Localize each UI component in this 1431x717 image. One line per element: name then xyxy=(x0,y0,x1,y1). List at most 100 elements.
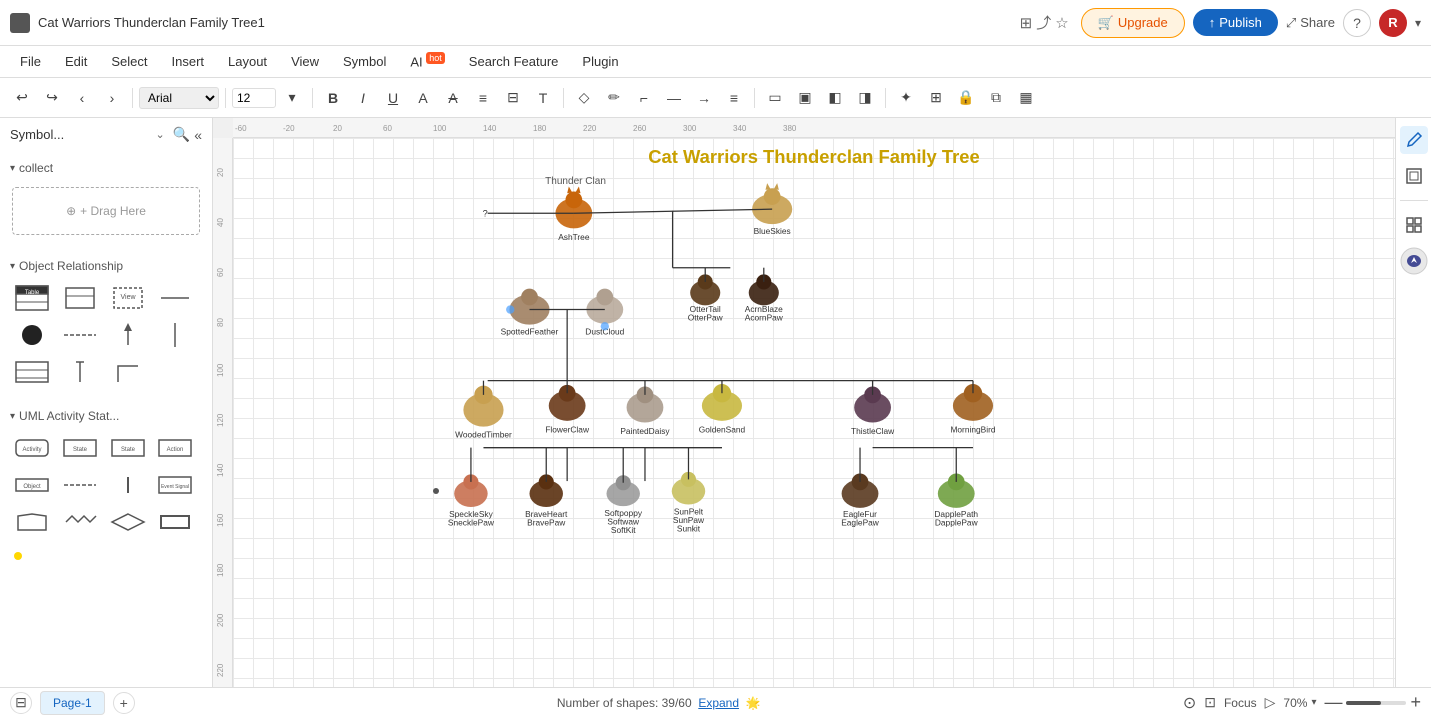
uml-diamond[interactable] xyxy=(108,505,148,539)
pen-button[interactable]: ✏ xyxy=(600,84,628,112)
shape-view[interactable]: View xyxy=(108,281,148,315)
magic-button[interactable]: ✦ xyxy=(892,84,920,112)
italic-button[interactable]: I xyxy=(349,84,377,112)
connector-button[interactable]: ⌐ xyxy=(630,84,658,112)
menu-symbol[interactable]: Symbol xyxy=(333,50,396,73)
shape-l-connector[interactable] xyxy=(108,355,148,389)
menu-ai[interactable]: AI hot xyxy=(400,49,454,73)
shape-line-v[interactable] xyxy=(60,355,100,389)
uml-dash-line[interactable] xyxy=(60,468,100,502)
help-button[interactable]: ? xyxy=(1343,9,1371,37)
drag-here-area[interactable]: ⊕ + Drag Here xyxy=(12,187,200,235)
shape-table2[interactable] xyxy=(12,355,52,389)
back-button[interactable]: ‹ xyxy=(68,84,96,112)
underline-button[interactable]: U xyxy=(379,84,407,112)
forward-button[interactable]: › xyxy=(98,84,126,112)
right-icon-logo[interactable] xyxy=(1400,247,1428,275)
arrow-style-button[interactable]: → xyxy=(690,84,718,112)
redo-button[interactable]: ↪ xyxy=(38,84,66,112)
menu-search-feature[interactable]: Search Feature xyxy=(459,50,569,73)
collect-header[interactable]: ▾ collect xyxy=(8,157,204,179)
publish-button[interactable]: ↑ Publish xyxy=(1193,9,1278,36)
align-left-button[interactable]: ◧ xyxy=(821,84,849,112)
export-icon[interactable]: ⤴ xyxy=(1036,12,1051,33)
uml-state2-shape[interactable]: State xyxy=(108,431,148,465)
entity-button[interactable]: ▭ xyxy=(761,84,789,112)
right-icon-pen[interactable] xyxy=(1400,126,1428,154)
menu-layout[interactable]: Layout xyxy=(218,50,277,73)
panel-collapse-button[interactable]: « xyxy=(194,126,202,143)
group-button[interactable]: ⧉ xyxy=(982,84,1010,112)
shape-table[interactable]: Table xyxy=(12,281,52,315)
lock-button[interactable]: 🔒 xyxy=(952,84,980,112)
zoom-slider[interactable] xyxy=(1346,701,1406,705)
panel-header[interactable]: Symbol... ⌄ 🔍 « xyxy=(0,118,212,151)
shape-button[interactable]: ◇ xyxy=(570,84,598,112)
font-color-button[interactable]: A xyxy=(409,84,437,112)
object-relationship-header[interactable]: ▾ Object Relationship xyxy=(8,255,204,277)
add-page-button[interactable]: + xyxy=(113,692,135,714)
tb-dropdown-arrow[interactable]: ▾ xyxy=(278,84,306,112)
zoom-dropdown-arrow[interactable]: ▾ xyxy=(1311,697,1316,708)
canvas[interactable]: Cat Warriors Thunderclan Family Tree Thu… xyxy=(233,138,1395,707)
panel-dropdown-icon[interactable]: ⌄ xyxy=(156,128,165,141)
line-style-button[interactable]: — xyxy=(660,84,688,112)
crop-icon-bottom[interactable]: ⊡ xyxy=(1204,694,1216,711)
share-button[interactable]: ⤢ Share xyxy=(1286,15,1335,31)
shape-filled-circle[interactable] xyxy=(12,318,52,352)
shape-long-line-v[interactable] xyxy=(155,318,195,352)
play-button[interactable]: ▷ xyxy=(1265,694,1276,711)
speckle-sky-node[interactable]: SpeckleSky SnecklePaw xyxy=(448,474,495,527)
right-icon-layers[interactable] xyxy=(1400,162,1428,190)
focus-button[interactable]: Focus xyxy=(1224,696,1257,710)
star-icon[interactable]: ☆ xyxy=(1055,14,1068,32)
align-right-button[interactable]: ◨ xyxy=(851,84,879,112)
uml-rect-bordered[interactable] xyxy=(155,505,195,539)
upgrade-button[interactable]: 🛒 Upgrade xyxy=(1081,8,1185,38)
uml-activity-header[interactable]: ▾ UML Activity Stat... xyxy=(8,405,204,427)
layout2-button[interactable]: ▦ xyxy=(1012,84,1040,112)
account-dropdown-arrow[interactable]: ▾ xyxy=(1415,16,1421,30)
page-layout-toggle[interactable]: ⊟ xyxy=(10,692,32,714)
uml-swimlane[interactable] xyxy=(12,505,52,539)
shape-entity[interactable] xyxy=(60,281,100,315)
uml-action-shape[interactable]: Action xyxy=(155,431,195,465)
text-format-button[interactable]: T xyxy=(529,84,557,112)
shape-arrow-up[interactable] xyxy=(108,318,148,352)
menu-edit[interactable]: Edit xyxy=(55,50,97,73)
expand-button[interactable]: Expand xyxy=(698,696,739,710)
panel-search-button[interactable]: 🔍 xyxy=(173,126,190,143)
ash-tree-node[interactable]: AshTree xyxy=(555,187,592,243)
avatar[interactable]: R xyxy=(1379,9,1407,37)
menu-file[interactable]: File xyxy=(10,50,51,73)
font-strike-button[interactable]: A xyxy=(439,84,467,112)
shape-dash-line[interactable] xyxy=(60,318,100,352)
menu-plugin[interactable]: Plugin xyxy=(572,50,628,73)
page-tab[interactable]: Page-1 xyxy=(40,691,105,715)
shape-line-h[interactable] xyxy=(155,281,195,315)
grid-icon[interactable]: ⊞ xyxy=(1020,14,1033,32)
table-button[interactable]: ⊞ xyxy=(922,84,950,112)
line-weight-button[interactable]: ≡ xyxy=(720,84,748,112)
zoom-out-button[interactable]: — xyxy=(1324,692,1342,713)
font-selector[interactable]: Arial xyxy=(139,87,219,109)
uml-object-shape[interactable]: Object xyxy=(12,468,52,502)
undo-button[interactable]: ↩ xyxy=(8,84,36,112)
right-icon-grid[interactable] xyxy=(1400,211,1428,239)
brave-heart-node[interactable]: BraveHeart BravePaw xyxy=(525,474,568,527)
font-size-input[interactable] xyxy=(232,88,276,108)
align-center-button[interactable]: ≡ xyxy=(469,84,497,112)
menu-select[interactable]: Select xyxy=(101,50,157,73)
uml-zigzag[interactable] xyxy=(60,505,100,539)
uml-fork-shape[interactable] xyxy=(108,468,148,502)
uml-named-shape[interactable]: Event Signal xyxy=(155,468,195,502)
entity2-button[interactable]: ▣ xyxy=(791,84,819,112)
text-wrap-button[interactable]: ⊟ xyxy=(499,84,527,112)
layers-icon-bottom[interactable]: ⊙ xyxy=(1183,693,1196,713)
menu-insert[interactable]: Insert xyxy=(162,50,215,73)
bold-button[interactable]: B xyxy=(319,84,347,112)
uml-state-shape[interactable]: State xyxy=(60,431,100,465)
sun-pelt-node[interactable]: SunPelt SunPaw Sunkit xyxy=(672,472,705,533)
softpoppy-node[interactable]: Softpoppy Softwaw SoftKit xyxy=(604,475,642,535)
menu-view[interactable]: View xyxy=(281,50,329,73)
